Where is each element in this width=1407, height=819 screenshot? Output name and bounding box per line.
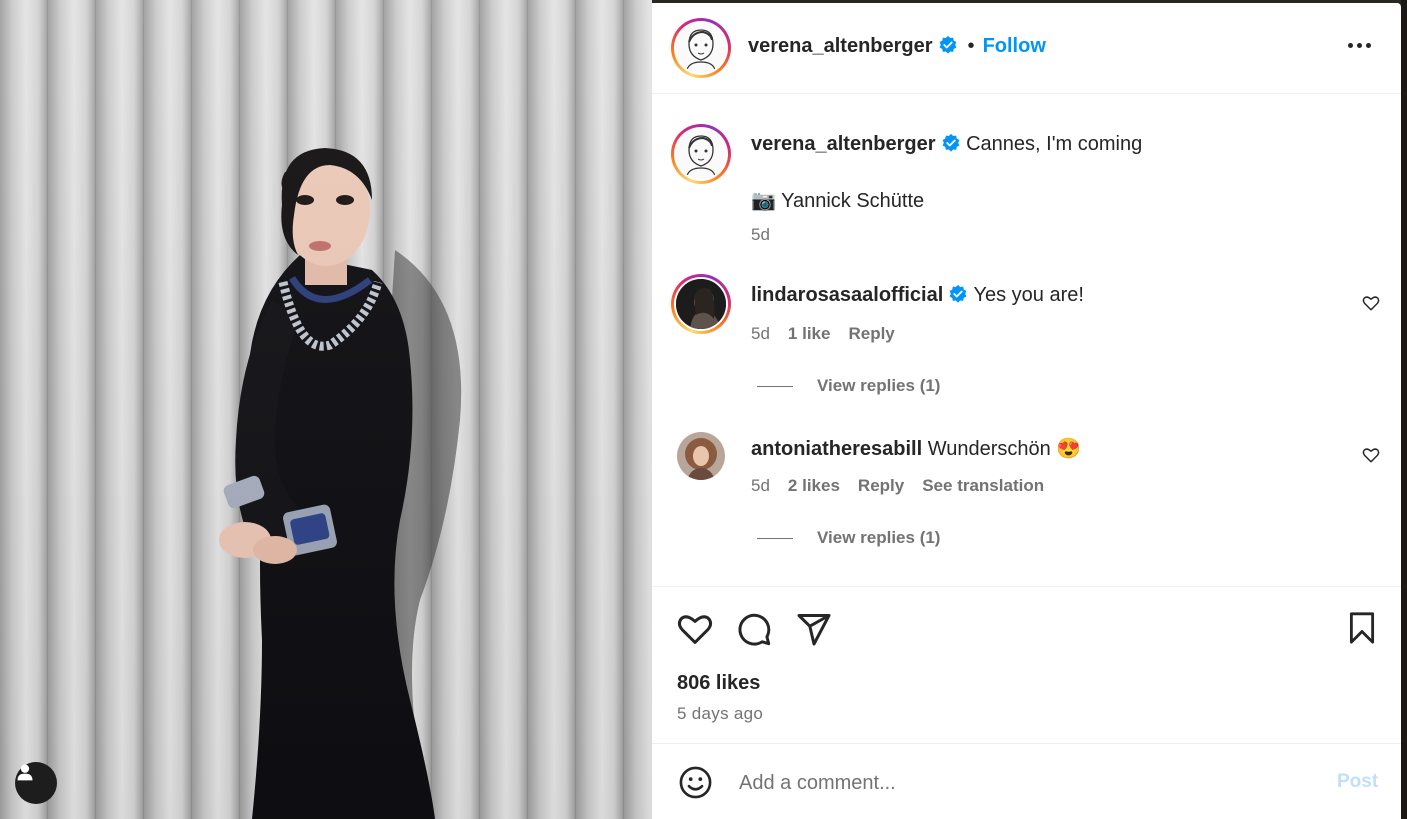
camera-emoji: 📷 xyxy=(751,190,776,212)
author-avatar[interactable] xyxy=(671,18,731,78)
comment-username[interactable]: antoniatheresabill xyxy=(751,438,922,460)
separator-dot: • xyxy=(967,35,975,57)
commenter-avatar-photo xyxy=(676,279,726,329)
post-panel: verena_altenberger • Follow verena_alten… xyxy=(652,3,1401,819)
heart-icon[interactable] xyxy=(676,610,714,648)
comment-age: 5d xyxy=(751,324,770,343)
more-options-icon[interactable] xyxy=(1348,43,1371,48)
caption-username[interactable]: verena_altenberger xyxy=(751,133,936,155)
comments-list[interactable]: verena_altenberger Cannes, I'm coming 📷 … xyxy=(652,94,1401,586)
view-replies-label[interactable]: View replies (1) xyxy=(817,376,940,395)
replies-line xyxy=(757,386,793,388)
commenter-avatar[interactable] xyxy=(671,274,731,334)
caption-text: Cannes, I'm coming xyxy=(966,133,1143,155)
post-button[interactable]: Post xyxy=(1337,771,1378,793)
see-translation-button[interactable]: See translation xyxy=(922,476,1044,495)
author-avatar-sketch xyxy=(686,29,716,70)
comment-composer: Post xyxy=(652,743,1401,819)
verified-badge-icon xyxy=(939,35,956,54)
tagged-user-button[interactable] xyxy=(15,762,57,804)
verified-badge-icon xyxy=(949,284,967,303)
caption-avatar[interactable] xyxy=(671,124,731,184)
replies-line xyxy=(757,538,793,540)
view-replies[interactable]: View replies (1) xyxy=(757,528,940,548)
caption-avatar-sketch xyxy=(686,135,716,176)
emoji-icon[interactable] xyxy=(678,765,713,800)
backdrop-edge xyxy=(1401,0,1407,819)
photo-illustration xyxy=(219,148,462,819)
view-replies-label[interactable]: View replies (1) xyxy=(817,528,940,547)
view-replies[interactable]: View replies (1) xyxy=(757,376,940,396)
heart-icon[interactable] xyxy=(1362,446,1380,464)
author-username[interactable]: verena_altenberger xyxy=(748,35,933,57)
follow-button[interactable]: Follow xyxy=(983,35,1046,57)
heart-icon[interactable] xyxy=(1362,294,1380,312)
comment-text: Yes you are! xyxy=(973,284,1084,306)
comment-likes[interactable]: 1 like xyxy=(788,324,831,343)
reply-button[interactable]: Reply xyxy=(858,476,904,495)
comment-icon[interactable] xyxy=(736,611,772,647)
caption-age: 5d xyxy=(751,225,770,244)
share-icon[interactable] xyxy=(796,611,832,647)
post-header: verena_altenberger • Follow xyxy=(652,3,1401,94)
comment-age: 5d xyxy=(751,476,770,495)
posted-time[interactable]: 5 days ago xyxy=(677,704,763,724)
comment-text: Wunderschön 😍 xyxy=(927,438,1082,460)
verified-badge-icon xyxy=(942,133,959,152)
comment-likes[interactable]: 2 likes xyxy=(788,476,840,495)
comment-username[interactable]: lindarosasaalofficial xyxy=(751,284,943,306)
photo-credit: Yannick Schütte xyxy=(781,190,925,212)
user-icon xyxy=(17,764,33,781)
reply-button[interactable]: Reply xyxy=(848,324,894,343)
commenter-avatar-photo xyxy=(677,432,725,480)
post-actions: 806 likes 5 days ago xyxy=(652,586,1401,744)
likes-count[interactable]: 806 likes xyxy=(677,672,760,695)
post-photo[interactable] xyxy=(0,0,652,819)
save-icon[interactable] xyxy=(1345,611,1379,645)
commenter-avatar[interactable] xyxy=(677,432,725,480)
comment-input[interactable] xyxy=(737,765,1301,801)
